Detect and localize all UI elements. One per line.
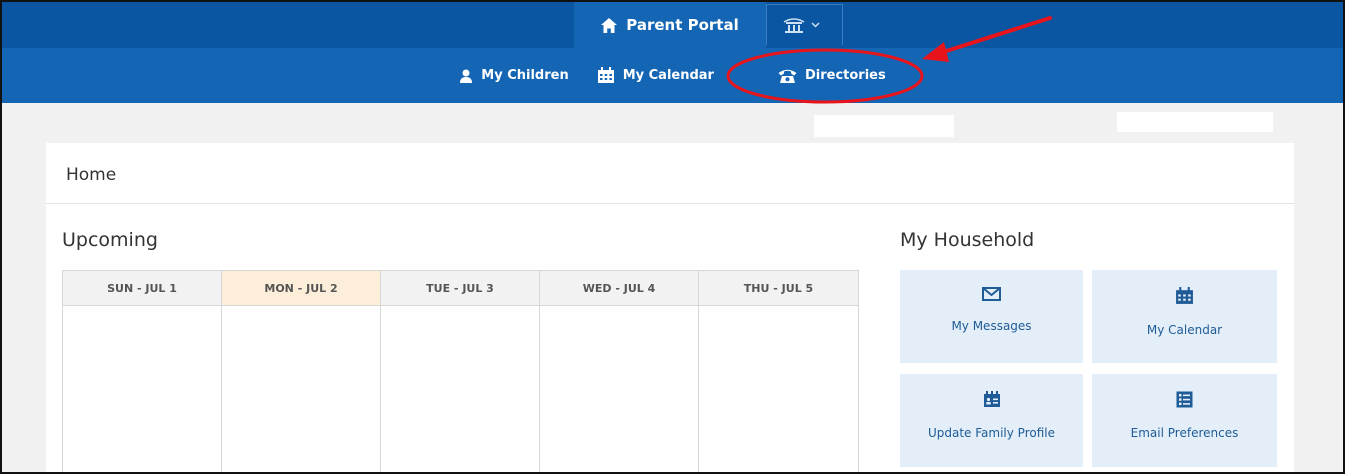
tile-update-family-profile[interactable]: Update Family Profile	[900, 374, 1083, 467]
telephone-icon	[778, 69, 797, 83]
app-window: Parent Portal My Children My Calendar Di…	[0, 0, 1345, 474]
nav-my-calendar[interactable]: My Calendar	[597, 67, 714, 84]
calendar-day-column: TUE - JUL 3	[381, 271, 540, 472]
tile-email-preferences-label: Email Preferences	[1130, 426, 1239, 440]
page-title: Home	[66, 165, 117, 185]
upcoming-calendar: SUN - JUL 1 MON - JUL 2 TUE - JUL 3 WED …	[62, 270, 859, 472]
portal-home-tab[interactable]: Parent Portal	[574, 2, 766, 48]
nav-my-calendar-label: My Calendar	[622, 68, 714, 83]
family-card-icon	[983, 391, 1000, 407]
tile-update-family-profile-label: Update Family Profile	[927, 426, 1055, 440]
chevron-down-icon	[811, 22, 820, 28]
calendar-day-column: THU - JUL 5	[699, 271, 858, 472]
calendar-icon	[597, 67, 614, 83]
blank-field	[1117, 112, 1273, 132]
calendar-day-column: MON - JUL 2	[222, 271, 381, 472]
preferences-list-icon	[1176, 391, 1193, 408]
household-heading: My Household	[900, 229, 1035, 251]
tile-my-messages[interactable]: My Messages	[900, 270, 1083, 363]
portal-title: Parent Portal	[626, 16, 739, 34]
main-navigation: My Children My Calendar Directories	[2, 48, 1343, 103]
nav-directories-label: Directories	[804, 68, 886, 83]
calendar-day-column: SUN - JUL 1	[63, 271, 222, 472]
person-icon	[460, 69, 473, 83]
tile-my-messages-label: My Messages	[951, 319, 1032, 333]
divider	[46, 203, 1294, 204]
calendar-day-header: SUN - JUL 1	[63, 271, 221, 306]
household-tiles: My Messages My Calendar Update Family Pr…	[900, 270, 1280, 467]
tile-my-calendar-label: My Calendar	[1146, 323, 1223, 337]
nav-my-children-label: My Children	[481, 68, 569, 83]
main-panel: Home Upcoming SUN - JUL 1 MON - JUL 2 TU…	[46, 143, 1294, 472]
calendar-day-header-today: MON - JUL 2	[222, 271, 380, 306]
calendar-icon	[1176, 287, 1193, 304]
calendar-day-column: WED - JUL 4	[540, 271, 699, 472]
top-bar: Parent Portal	[2, 2, 1343, 48]
calendar-day-header: WED - JUL 4	[540, 271, 698, 306]
tile-my-calendar[interactable]: My Calendar	[1092, 270, 1277, 363]
envelope-icon	[982, 287, 1001, 301]
institution-switcher[interactable]	[766, 4, 843, 45]
nav-my-children[interactable]: My Children	[459, 68, 569, 83]
tile-email-preferences[interactable]: Email Preferences	[1092, 374, 1277, 467]
blank-field	[814, 115, 954, 137]
home-icon	[601, 17, 618, 33]
building-icon	[783, 18, 805, 33]
upcoming-heading: Upcoming	[62, 229, 158, 251]
nav-directories[interactable]: Directories	[778, 68, 886, 84]
calendar-day-header: THU - JUL 5	[699, 271, 858, 306]
calendar-day-header: TUE - JUL 3	[381, 271, 539, 306]
